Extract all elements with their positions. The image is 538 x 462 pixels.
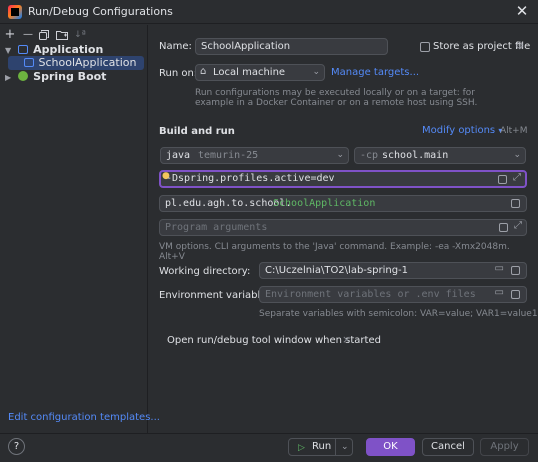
build-and-run-section-title: Build and run xyxy=(159,126,235,137)
help-button[interactable]: ? xyxy=(8,438,25,455)
add-configuration-button[interactable]: + xyxy=(3,28,17,42)
main-class-input[interactable]: pl.edu.agh.to.school. SchoolApplication xyxy=(159,195,527,212)
maximize-icon[interactable]: ⤢ xyxy=(513,172,521,183)
modify-options-link[interactable]: Modify options ▾ xyxy=(422,125,502,136)
vm-options-value: Dspring.profiles.active=dev xyxy=(172,173,335,184)
configurations-sidebar xyxy=(0,25,148,433)
run-on-dropdown[interactable]: ⌂ Local machine ⌄ xyxy=(195,64,325,81)
chevron-down-icon: ⌄ xyxy=(336,150,344,160)
classpath-module-dropdown[interactable]: -cp school.main ⌄ xyxy=(354,147,526,164)
working-directory-value: C:\Uczelnia\TO2\lab-spring-1 xyxy=(265,265,409,276)
remove-configuration-button[interactable]: — xyxy=(21,28,35,42)
tree-item-label: SchoolApplication xyxy=(38,56,137,69)
cancel-button[interactable]: Cancel xyxy=(422,438,474,456)
intellij-app-icon xyxy=(8,5,22,19)
sort-icon[interactable]: ↓ª xyxy=(73,28,87,42)
insert-macro-icon[interactable] xyxy=(511,266,520,275)
folder-icon[interactable] xyxy=(56,30,68,40)
jdk-dropdown[interactable]: java temurin-25 ⌄ xyxy=(160,147,349,164)
tree-item-school-application[interactable]: SchoolApplication xyxy=(24,56,136,70)
folder-icon[interactable]: ▭ xyxy=(495,287,504,298)
chevron-down-icon: ⌄ xyxy=(513,150,521,160)
edit-variables-icon[interactable] xyxy=(511,290,520,299)
remove-option-icon[interactable]: × xyxy=(342,333,351,346)
name-input[interactable]: SchoolApplication xyxy=(195,38,388,55)
chevron-down-icon: ▼ xyxy=(5,46,12,55)
store-as-project-file-checkbox[interactable] xyxy=(420,42,430,52)
modify-options-label: Modify options xyxy=(422,125,496,136)
tree-item-label: Spring Boot xyxy=(33,70,107,83)
classpath-module-value: school.main xyxy=(382,150,449,161)
ok-button[interactable]: OK xyxy=(366,438,415,456)
run-button[interactable]: ▷ Run ⌄ xyxy=(288,438,353,456)
expand-editor-icon[interactable] xyxy=(498,175,507,184)
environment-variables-label: Environment variables: xyxy=(159,290,275,301)
manage-targets-link[interactable]: Manage targets... xyxy=(331,67,419,78)
run-button-label: Run xyxy=(312,441,332,452)
environment-variables-hint: Separate variables with semicolon: VAR=v… xyxy=(259,309,538,319)
expand-editor-icon[interactable] xyxy=(499,223,508,232)
vm-options-input[interactable]: ● - Dspring.profiles.active=dev ⤢ xyxy=(159,170,527,188)
maximize-icon[interactable]: ⤢ xyxy=(514,220,522,231)
classpath-flag: -cp xyxy=(360,150,379,161)
run-on-hint-line1: Run configurations may be executed local… xyxy=(195,88,476,98)
apply-button[interactable]: Apply xyxy=(480,438,529,456)
name-input-value: SchoolApplication xyxy=(201,41,291,52)
folder-icon[interactable]: ▭ xyxy=(495,263,504,274)
tree-item-application[interactable]: ▼ Application xyxy=(5,43,103,57)
main-class-name: SchoolApplication xyxy=(273,198,376,209)
working-directory-input[interactable]: C:\Uczelnia\TO2\lab-spring-1 ▭ xyxy=(259,262,527,279)
program-arguments-input[interactable]: Program arguments ⤢ xyxy=(159,219,527,236)
chevron-down-icon: ⌄ xyxy=(312,67,320,77)
jdk-kind: java xyxy=(166,150,191,161)
modify-options-shortcut: Alt+M xyxy=(500,126,528,136)
jdk-version: temurin-25 xyxy=(198,150,259,161)
tree-item-label: Application xyxy=(33,43,104,56)
run-on-value: Local machine xyxy=(213,67,286,78)
environment-variables-placeholder: Environment variables or .env files xyxy=(265,289,476,300)
home-icon: ⌂ xyxy=(200,66,207,77)
split-divider xyxy=(335,439,336,455)
application-icon xyxy=(24,58,34,67)
browse-class-icon[interactable] xyxy=(511,199,520,208)
close-icon[interactable]: ✕ xyxy=(514,2,530,20)
tree-item-spring-boot[interactable]: ▶ Spring Boot xyxy=(5,70,106,84)
working-directory-label: Working directory: xyxy=(159,266,251,277)
window-title: Run/Debug Configurations xyxy=(28,5,173,18)
chevron-down-icon[interactable]: ⌄ xyxy=(341,439,349,455)
copy-icon[interactable] xyxy=(39,30,49,40)
run-on-hint-line2: example in a Docker Container or on a re… xyxy=(195,98,478,108)
application-icon xyxy=(17,45,28,54)
environment-variables-input[interactable]: Environment variables or .env files ▭ xyxy=(259,286,527,303)
gear-icon[interactable]: ⚙ xyxy=(515,41,524,52)
program-arguments-placeholder: Program arguments xyxy=(165,222,268,233)
spring-boot-icon xyxy=(17,71,28,81)
run-icon: ▷ xyxy=(298,443,305,453)
chevron-right-icon: ▶ xyxy=(5,73,12,82)
name-label: Name: xyxy=(159,41,192,52)
vm-options-hint: VM options. CLI arguments to the 'Java' … xyxy=(159,242,510,262)
edit-configuration-templates-link[interactable]: Edit configuration templates... xyxy=(8,412,160,423)
run-on-label: Run on: xyxy=(159,68,198,79)
